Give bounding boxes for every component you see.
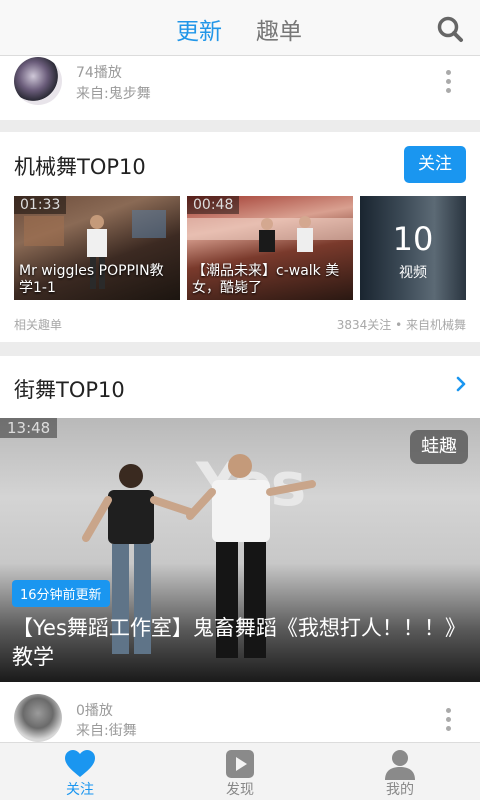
- featured-video[interactable]: Yes 13:48 蛙趣 16分钟前更新 【Yes舞蹈工作室】鬼畜舞蹈《我想打人…: [0, 418, 480, 682]
- nav-label: 我的: [386, 782, 414, 798]
- video-duration: 01:33: [14, 196, 67, 214]
- more-icon[interactable]: [446, 70, 452, 97]
- source-label: 来自:鬼步舞: [76, 86, 151, 102]
- avatar[interactable]: [14, 57, 62, 105]
- video-title: 【Yes舞蹈工作室】鬼畜舞蹈《我想打人！！！》教学: [12, 616, 466, 669]
- play-count: 74播放: [76, 65, 122, 81]
- avatar[interactable]: [14, 694, 62, 742]
- topic-card-streetdance: 街舞TOP10 Yes 13:48 蛙趣 16分钟前更新 【Yes舞蹈工作室】鬼…: [0, 356, 480, 746]
- top-bar: 更新 趣单: [0, 0, 480, 56]
- bottom-nav: 关注 发现 我的: [0, 742, 480, 800]
- video-duration: 00:48: [187, 196, 240, 214]
- source-label: 来自:街舞: [76, 723, 137, 739]
- video-thumbnail[interactable]: 01:33 Mr wiggles POPPIN教学1-1: [14, 196, 180, 300]
- video-thumbnail[interactable]: 00:48 【潮品未来】c-walk 美女，酷毙了: [187, 196, 353, 300]
- play-count: 0播放: [76, 703, 113, 719]
- play-icon: [226, 750, 254, 778]
- tab-lists[interactable]: 趣单: [256, 12, 302, 46]
- updated-badge: 16分钟前更新: [12, 580, 110, 607]
- tab-updates[interactable]: 更新: [176, 12, 222, 46]
- chevron-right-icon[interactable]: [454, 376, 468, 392]
- nav-profile[interactable]: 我的: [320, 743, 480, 800]
- feed-item-top[interactable]: 74播放 来自:鬼步舞: [0, 56, 480, 120]
- heart-icon: [65, 750, 95, 777]
- watermark-logo: 蛙趣: [410, 430, 468, 464]
- related-lists-link[interactable]: 相关趣单: [14, 316, 62, 333]
- video-count-label: 视频: [399, 265, 427, 281]
- video-title: 【潮品未来】c-walk 美女，酷毙了: [192, 263, 340, 296]
- nav-follow[interactable]: 关注: [0, 743, 160, 800]
- nav-label: 发现: [226, 782, 254, 798]
- video-duration: 13:48: [0, 418, 58, 438]
- user-icon: [385, 750, 415, 780]
- video-title: Mr wiggles POPPIN教学1-1: [19, 263, 164, 296]
- more-videos-tile[interactable]: 10 视频: [360, 196, 466, 300]
- video-count: 10: [392, 220, 434, 258]
- follow-button[interactable]: 关注: [404, 146, 466, 183]
- topic-card-popping: 机械舞TOP10 关注 01:33 Mr wiggles POPPIN教学1-1…: [0, 132, 480, 342]
- follow-stats: 3834关注 • 来自机械舞: [336, 318, 466, 332]
- section-title: 街舞TOP10: [14, 378, 125, 402]
- section-title: 机械舞TOP10: [14, 155, 146, 179]
- nav-discover[interactable]: 发现: [160, 743, 320, 800]
- search-icon[interactable]: [436, 15, 464, 43]
- more-icon[interactable]: [446, 708, 452, 735]
- nav-label: 关注: [66, 782, 94, 798]
